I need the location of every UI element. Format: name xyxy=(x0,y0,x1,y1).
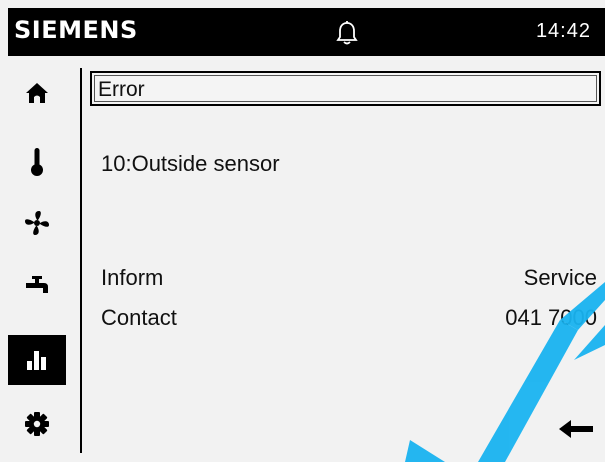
bar-chart-icon xyxy=(25,349,49,371)
bell-icon[interactable] xyxy=(335,20,359,46)
clock-time: 14:42 xyxy=(535,20,591,42)
inform-label: Inform xyxy=(101,265,164,290)
sidebar-item-hot-water[interactable] xyxy=(8,260,66,310)
contact-value: 041 7000 xyxy=(505,305,597,330)
page-title-box: Error xyxy=(90,71,601,106)
header-bar: SIEMENS 14:42 xyxy=(8,8,605,56)
gear-icon xyxy=(24,411,50,437)
home-icon xyxy=(25,82,49,104)
faucet-icon xyxy=(24,273,50,297)
fan-icon xyxy=(23,209,51,237)
sidebar-item-statistics[interactable] xyxy=(8,335,66,385)
sidebar-item-settings[interactable] xyxy=(8,399,66,449)
page-title: Error xyxy=(98,78,145,101)
error-message: 10:Outside sensor xyxy=(101,151,280,176)
sidebar-item-home[interactable] xyxy=(8,68,66,118)
device-screen: SIEMENS 14:42 Error 10:Outside sensor In… xyxy=(0,0,605,462)
back-arrow-icon[interactable] xyxy=(557,414,595,444)
sidebar-item-ventilation[interactable] xyxy=(8,198,66,248)
contact-label: Contact xyxy=(101,305,177,330)
watermark-shape xyxy=(405,282,605,462)
inform-value: Service xyxy=(523,265,597,290)
brand-logo: SIEMENS xyxy=(14,16,138,44)
sidebar-divider xyxy=(80,68,82,453)
sidebar-item-temperature[interactable] xyxy=(8,137,66,187)
thermometer-icon xyxy=(30,147,44,177)
